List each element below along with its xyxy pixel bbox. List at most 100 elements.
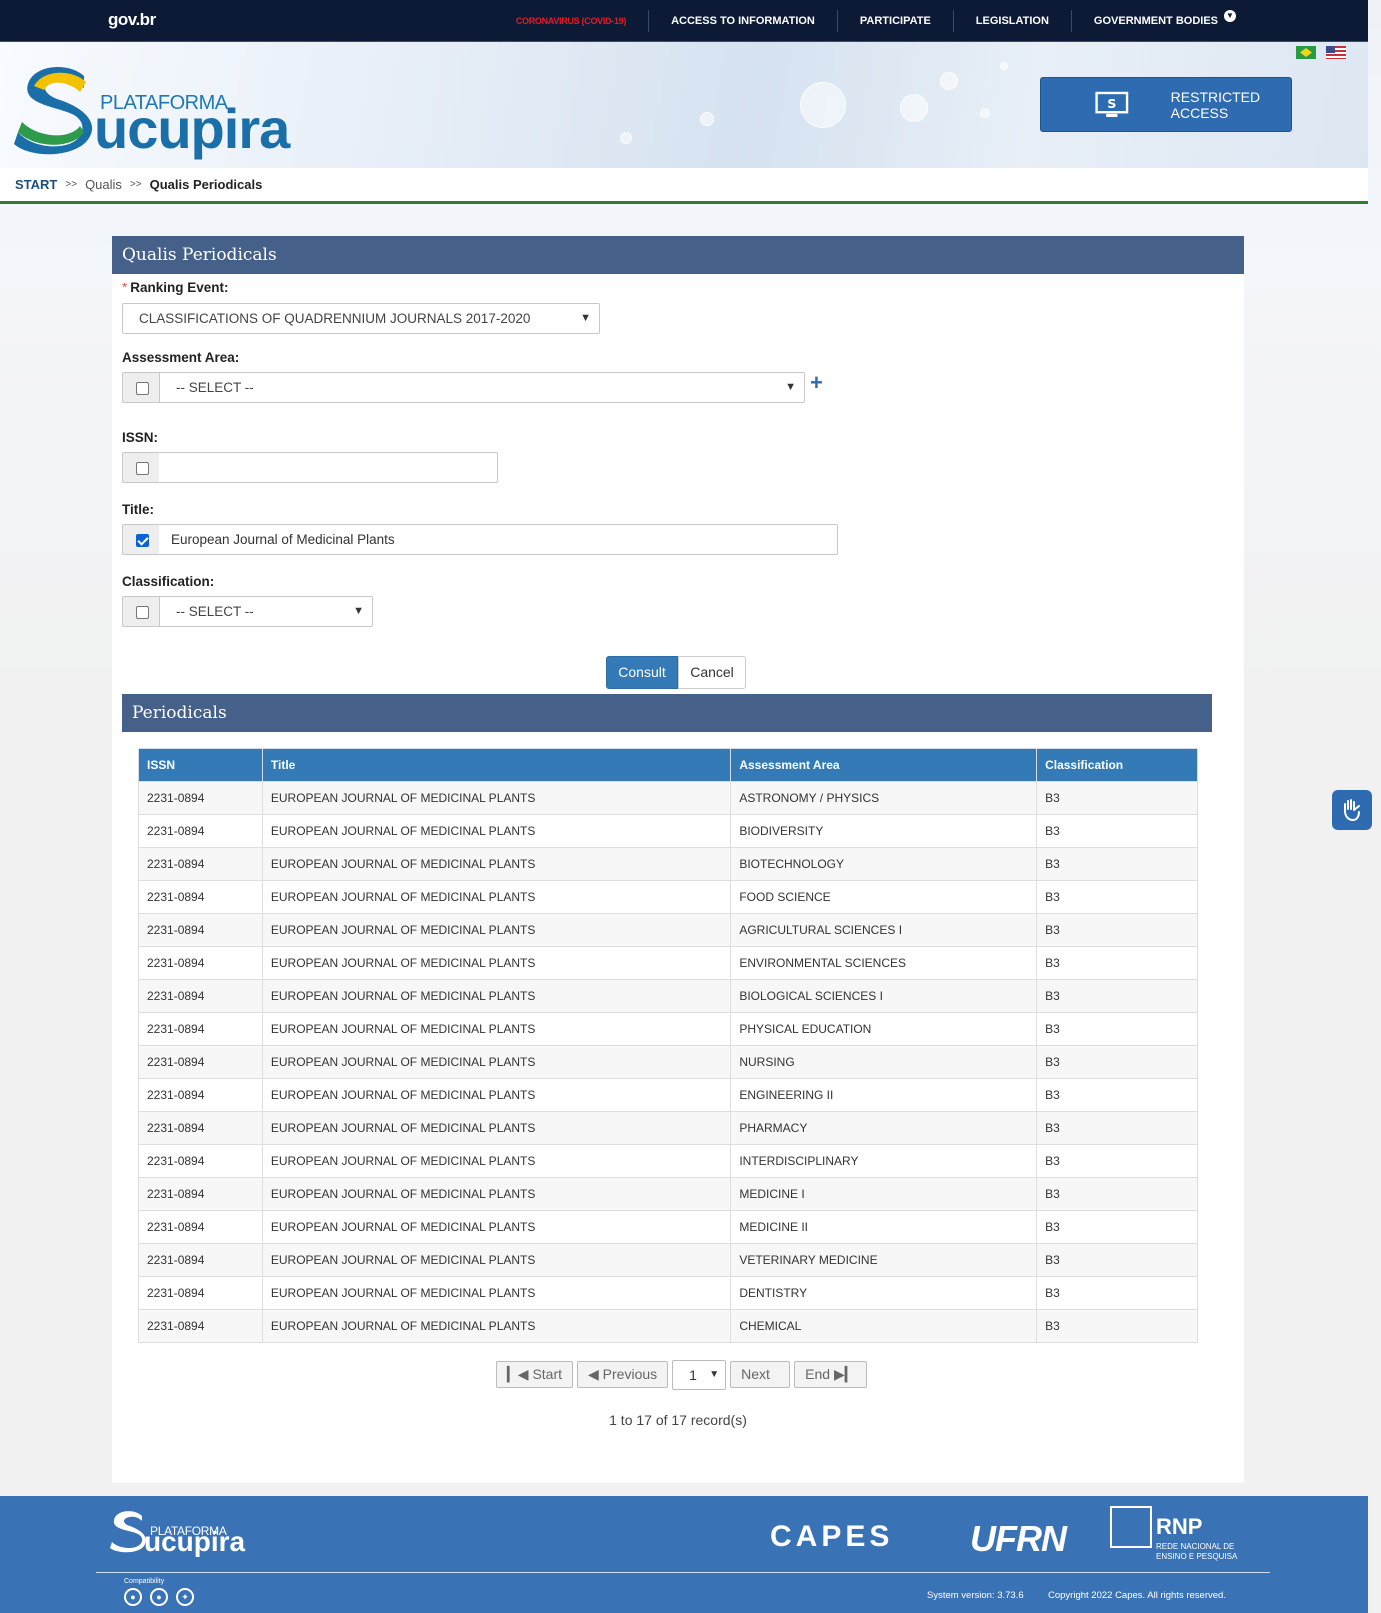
cell-issn: 2231-0894	[138, 1177, 263, 1211]
cell-title: EUROPEAN JOURNAL OF MEDICINAL PLANTS	[261, 1309, 732, 1343]
table-row: 2231-0894 EUROPEAN JOURNAL OF MEDICINAL P…	[138, 880, 1198, 914]
cell-issn: 2231-0894	[138, 946, 263, 980]
table-row: 2231-0894 EUROPEAN JOURNAL OF MEDICINAL P…	[138, 1144, 1198, 1178]
assessment-area-select[interactable]: -- SELECT -- ▼	[159, 372, 805, 403]
cell-issn: 2231-0894	[138, 814, 263, 848]
cell-classification: B3	[1036, 979, 1198, 1013]
decor-bubble	[620, 132, 632, 144]
table-row: 2231-0894 EUROPEAN JOURNAL OF MEDICINAL P…	[138, 781, 1198, 815]
consult-button[interactable]: Consult	[606, 656, 678, 689]
last-page-icon: ▶▎	[830, 1366, 856, 1382]
pager-next-button[interactable]: Next	[730, 1361, 791, 1388]
title-checkbox[interactable]	[136, 534, 149, 547]
chevron-down-icon: ▼	[1224, 10, 1236, 22]
column-header-issn[interactable]: ISSN	[138, 748, 263, 782]
table-row: 2231-0894 EUROPEAN JOURNAL OF MEDICINAL P…	[138, 1309, 1198, 1343]
safari-icon[interactable]: ✦	[176, 1588, 194, 1606]
pager-next-label: Next	[741, 1366, 770, 1382]
column-header-classification[interactable]: Classification	[1036, 748, 1198, 782]
chevron-down-icon: ▼	[709, 1369, 720, 1380]
cell-issn: 2231-0894	[138, 1045, 263, 1079]
chrome-icon[interactable]: ●	[124, 1588, 142, 1606]
cell-issn: 2231-0894	[138, 880, 263, 914]
pager-page-value: 1	[689, 1367, 697, 1383]
sucupira-logo[interactable]: PLATAFORMA ucupira	[14, 62, 290, 160]
cell-issn: 2231-0894	[138, 1243, 263, 1277]
nav-legislation[interactable]: LEGISLATION	[952, 10, 1071, 32]
title-checkbox-wrap	[122, 524, 160, 555]
pager-start-label: Start	[532, 1366, 563, 1382]
capes-logo[interactable]: CAPES	[770, 1520, 893, 1554]
classification-select[interactable]: -- SELECT -- ▼	[159, 596, 373, 627]
cell-issn: 2231-0894	[138, 1144, 263, 1178]
issn-input[interactable]	[159, 452, 498, 483]
ranking-event-value: CLASSIFICATIONS OF QUADRENNIUM JOURNALS …	[139, 311, 531, 326]
table-row: 2231-0894 EUROPEAN JOURNAL OF MEDICINAL P…	[138, 1177, 1198, 1211]
cell-title: EUROPEAN JOURNAL OF MEDICINAL PLANTS	[261, 1210, 732, 1244]
cell-assessment-area: AGRICULTURAL SCIENCES I	[730, 913, 1038, 947]
cell-issn: 2231-0894	[138, 1111, 263, 1145]
decor-bubble	[980, 108, 990, 118]
table-row: 2231-0894 EUROPEAN JOURNAL OF MEDICINAL P…	[138, 1276, 1198, 1310]
breadcrumb-current: Qualis Periodicals	[149, 177, 263, 192]
table-row: 2231-0894 EUROPEAN JOURNAL OF MEDICINAL P…	[138, 1243, 1198, 1277]
footer-sucupira-logo[interactable]: PLATAFORMA ucupira	[110, 1508, 245, 1557]
issn-label: ISSN:	[122, 430, 159, 445]
cell-assessment-area: BIOTECHNOLOGY	[730, 847, 1038, 881]
cell-title: EUROPEAN JOURNAL OF MEDICINAL PLANTS	[261, 1078, 732, 1112]
nav-participate[interactable]: PARTICIPATE	[836, 10, 953, 32]
nav-government-bodies-label: GOVERNMENT BODIES	[1093, 15, 1218, 27]
cell-classification: B3	[1036, 847, 1198, 881]
classification-value: -- SELECT --	[176, 604, 254, 619]
cell-assessment-area: INTERDISCIPLINARY	[730, 1144, 1038, 1178]
flag-usa-icon[interactable]	[1326, 46, 1346, 59]
column-header-title[interactable]: Title	[261, 748, 732, 782]
pager-page-select[interactable]: 1 ▼	[672, 1360, 727, 1390]
nav-access-to-information[interactable]: ACCESS TO INFORMATION	[648, 10, 837, 32]
breadcrumb-qualis[interactable]: Qualis	[85, 177, 122, 192]
plus-icon[interactable]: +	[810, 370, 823, 396]
cell-classification: B3	[1036, 814, 1198, 848]
cell-assessment-area: VETERINARY MEDICINE	[730, 1243, 1038, 1277]
breadcrumb: START >> Qualis >> Qualis Periodicals	[0, 168, 1368, 204]
accessibility-hand-icon[interactable]	[1332, 790, 1372, 830]
flag-brazil-icon[interactable]	[1296, 46, 1316, 59]
top-nav: CORONAVIRUS (COVID-19) ACCESS TO INFORMA…	[494, 0, 1258, 42]
cancel-button[interactable]: Cancel	[678, 656, 746, 689]
table-row: 2231-0894 EUROPEAN JOURNAL OF MEDICINAL P…	[138, 847, 1198, 881]
issn-checkbox[interactable]	[136, 462, 149, 475]
cell-title: EUROPEAN JOURNAL OF MEDICINAL PLANTS	[261, 1243, 732, 1277]
classification-checkbox[interactable]	[136, 606, 149, 619]
classification-checkbox-wrap	[122, 596, 160, 627]
cell-classification: B3	[1036, 781, 1198, 815]
cell-assessment-area: ASTRONOMY / PHYSICS	[730, 781, 1038, 815]
ranking-event-label-text: Ranking Event:	[130, 280, 229, 295]
govbr-logo[interactable]: gov.br	[108, 10, 156, 30]
column-header-assessment-area[interactable]: Assessment Area	[730, 748, 1038, 782]
assessment-area-checkbox[interactable]	[136, 382, 149, 395]
firefox-icon[interactable]: ●	[150, 1588, 168, 1606]
ufrn-logo[interactable]: UFRN	[970, 1518, 1067, 1560]
pager-end-button[interactable]: End ▶▎	[794, 1361, 867, 1388]
title-input[interactable]: European Journal of Medicinal Plants	[159, 524, 838, 555]
ranking-event-select[interactable]: CLASSIFICATIONS OF QUADRENNIUM JOURNALS …	[122, 303, 600, 334]
pager-start-button[interactable]: ▎◀ Start	[496, 1361, 574, 1388]
restricted-access-button[interactable]: S RESTRICTED ACCESS	[1040, 77, 1292, 132]
pager-previous-button[interactable]: ◀ Previous	[577, 1361, 669, 1388]
decor-bubble	[940, 72, 958, 90]
cell-title: EUROPEAN JOURNAL OF MEDICINAL PLANTS	[261, 1177, 732, 1211]
breadcrumb-start[interactable]: START	[15, 177, 57, 192]
assessment-area-label: Assessment Area:	[122, 350, 240, 365]
cell-issn: 2231-0894	[138, 847, 263, 881]
cell-issn: 2231-0894	[138, 781, 263, 815]
cell-classification: B3	[1036, 1243, 1198, 1277]
gov-top-bar: gov.br CORONAVIRUS (COVID-19) ACCESS TO …	[0, 0, 1368, 42]
qualis-search-panel: Qualis Periodicals * Ranking Event: CLASS…	[112, 236, 1244, 1483]
nav-coronavirus[interactable]: CORONAVIRUS (COVID-19)	[494, 10, 648, 32]
nav-government-bodies[interactable]: GOVERNMENT BODIES ▼	[1070, 10, 1258, 32]
cell-title: EUROPEAN JOURNAL OF MEDICINAL PLANTS	[261, 913, 732, 947]
table-row: 2231-0894 EUROPEAN JOURNAL OF MEDICINAL P…	[138, 1045, 1198, 1079]
cell-title: EUROPEAN JOURNAL OF MEDICINAL PLANTS	[261, 979, 732, 1013]
cell-assessment-area: DENTISTRY	[730, 1276, 1038, 1310]
hand-glyph	[1344, 799, 1360, 822]
